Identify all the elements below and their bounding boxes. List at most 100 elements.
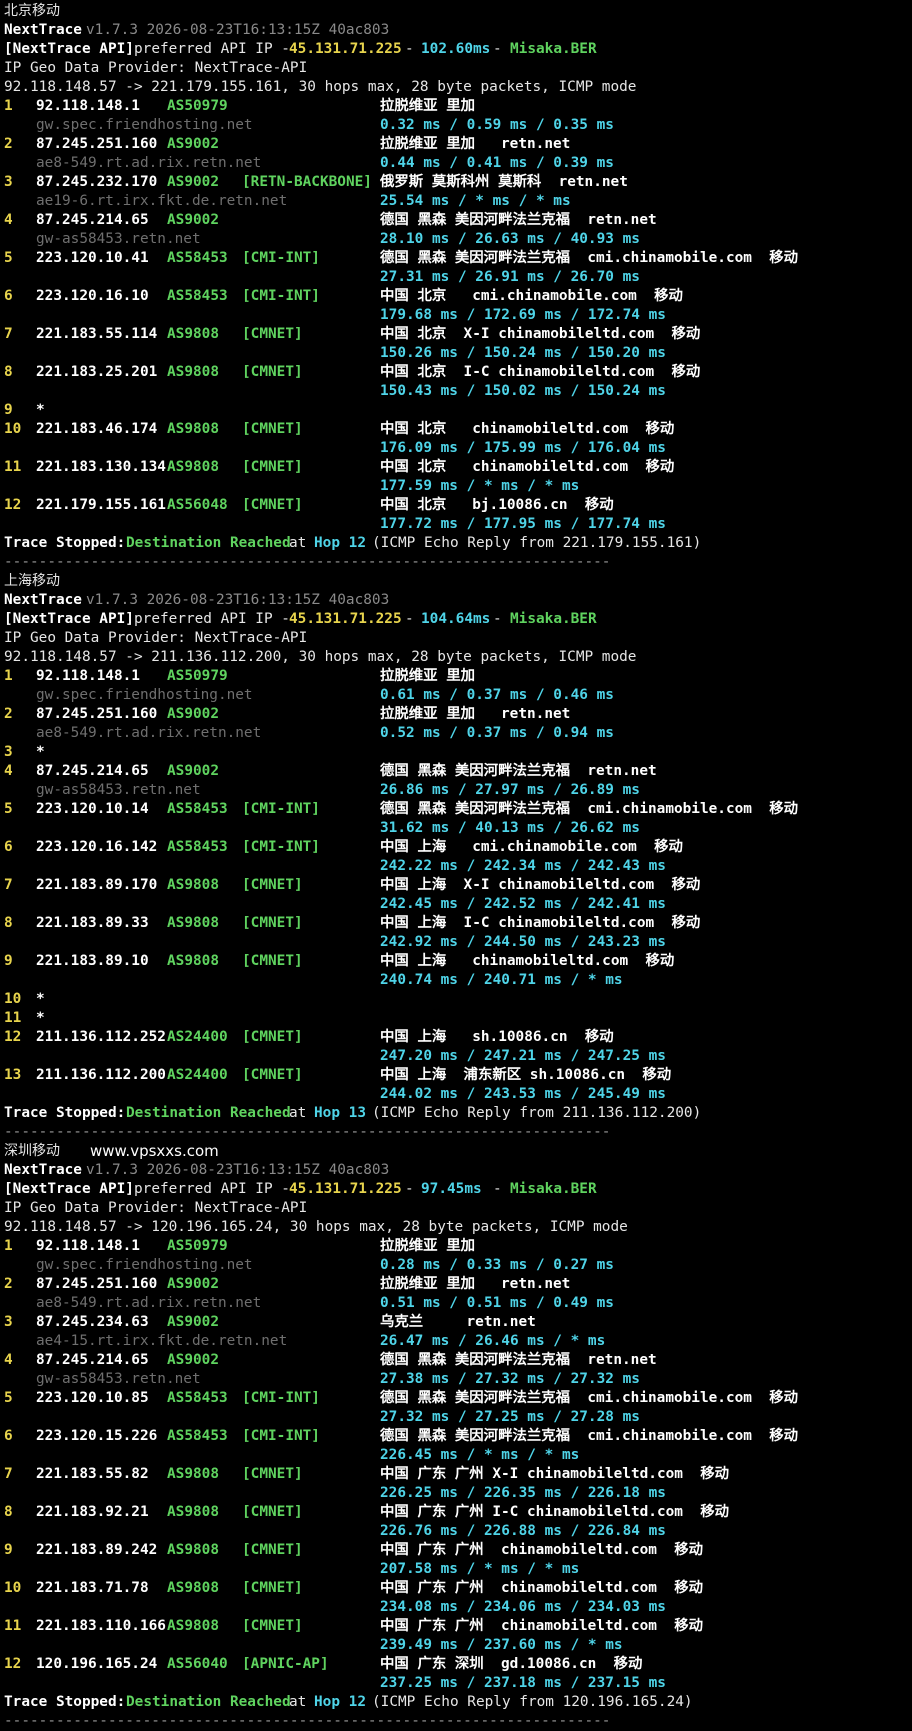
hop-latency: 0.28 ms / 0.33 ms / 0.27 ms [380, 1257, 614, 1273]
hop-ip: 223.120.16.142 [36, 839, 158, 855]
hop-row: 5 223.120.10.14 AS58453 [CMI-INT] 德国 黑森 美因河畔… [4, 800, 912, 819]
hop-host-row: gw-as58453.retn.net 27.38 ms / 27.32 ms /… [4, 1370, 912, 1389]
hop-ip: 221.183.130.134 [36, 459, 166, 475]
geo-provider: IP Geo Data Provider: NextTrace-API [4, 60, 308, 76]
hop-latency: 239.49 ms / 237.60 ms / * ms [380, 1637, 623, 1653]
hop-ip: 221.179.155.161 [36, 497, 166, 513]
hop-number: 4 [4, 212, 13, 228]
hop-row: 10 221.183.46.174 AS9808 [CMNET] 中国 北京 china… [4, 420, 912, 439]
hop-geo: 俄罗斯 莫斯科州 莫斯科 retn.net [380, 174, 628, 190]
hop-geo: 中国 广东 广州 chinamobileltd.com 移动 [380, 1580, 704, 1596]
hop-geo: 拉脱维亚 里加 [380, 98, 476, 114]
hop-asn: AS9002 [167, 706, 219, 722]
api-label: [NextTrace API] [4, 1181, 134, 1197]
hop-asn: AS9808 [167, 364, 219, 380]
hop-asn: AS9002 [167, 763, 219, 779]
hop-latency-row: 176.09 ms / 175.99 ms / 176.04 ms [4, 439, 912, 458]
geo-provider-line: IP Geo Data Provider: NextTrace-API [4, 1199, 912, 1218]
hop-latency: 234.08 ms / 234.06 ms / 234.03 ms [380, 1599, 666, 1615]
hop-geo: 拉脱维亚 里加 retn.net [380, 706, 571, 722]
hop-latency-row: 240.74 ms / 240.71 ms / * ms [4, 971, 912, 990]
section-title: 深圳移动 [4, 1143, 60, 1159]
hop-number: 1 [4, 1238, 13, 1254]
hop-ip: 120.196.165.24 [36, 1656, 158, 1672]
route-info: 92.118.148.57 -> 120.196.165.24, 30 hops… [4, 1219, 628, 1235]
api-text: preferred API IP - [134, 1181, 290, 1197]
hop-hostname: gw-as58453.retn.net [36, 1371, 201, 1387]
version-info: v1.7.3 2026-08-23T16:13:15Z 40ac803 [86, 22, 390, 38]
hop-tag: [CMNET] [242, 1029, 303, 1045]
version-line: NextTrace v1.7.3 2026-08-23T16:13:15Z 40a… [4, 21, 912, 40]
destination-reached: Destination Reached [126, 1105, 291, 1121]
hop-number: 9 [4, 1542, 13, 1558]
hop-row: 6 223.120.16.142 AS58453 [CMI-INT] 中国 上海 cmi… [4, 838, 912, 857]
hop-ip: 87.245.251.160 [36, 136, 158, 152]
hop-geo: 中国 广东 广州 I-C chinamobileltd.com 移动 [380, 1504, 730, 1520]
hop-tag: [CMNET] [242, 953, 303, 969]
hop-host-row: ae19-6.rt.irx.fkt.de.retn.net 25.54 ms / … [4, 192, 912, 211]
hop-latency-row: 242.92 ms / 244.50 ms / 243.23 ms [4, 933, 912, 952]
hop-geo: 德国 黑森 美因河畔法兰克福 cmi.chinamobile.com 移动 [380, 250, 799, 266]
hop-number: 4 [4, 1352, 13, 1368]
api-text: preferred API IP - [134, 41, 290, 57]
hop-tag: [CMNET] [242, 877, 303, 893]
trace-stopped-label: Trace Stopped: [4, 1105, 126, 1121]
hop-geo: 德国 黑森 美因河畔法兰克福 cmi.chinamobile.com 移动 [380, 1390, 799, 1406]
hop-latency-row: 177.72 ms / 177.95 ms / 177.74 ms [4, 515, 912, 534]
hop-asn: AS58453 [167, 839, 228, 855]
hop-geo: 中国 北京 chinamobileltd.com 移动 [380, 421, 675, 437]
hop-ip: 87.245.251.160 [36, 1276, 158, 1292]
hop-asn: AS56048 [167, 497, 228, 513]
version-info: v1.7.3 2026-08-23T16:13:15Z 40ac803 [86, 1162, 390, 1178]
tool-name: NextTrace [4, 1162, 82, 1178]
hop-asn: AS9808 [167, 953, 219, 969]
hop-geo: 德国 黑森 美因河畔法兰克福 cmi.chinamobile.com 移动 [380, 801, 799, 817]
section-title: 北京移动 [4, 3, 60, 19]
hop-asn: AS58453 [167, 801, 228, 817]
api-dash: - [405, 611, 414, 627]
hop-latency-row: 244.02 ms / 243.53 ms / 245.49 ms [4, 1085, 912, 1104]
hop-tag: [CMI-INT] [242, 288, 320, 304]
hop-latency: 27.38 ms / 27.32 ms / 27.32 ms [380, 1371, 640, 1387]
hop-hostname: gw.spec.friendhosting.net [36, 117, 253, 133]
hop-geo: 拉脱维亚 里加 [380, 1238, 476, 1254]
geo-provider: IP Geo Data Provider: NextTrace-API [4, 630, 308, 646]
hop-ip: 221.183.89.10 [36, 953, 149, 969]
hop-number: 12 [4, 1656, 22, 1672]
hop-host-row: ae8-549.rt.ad.rix.retn.net 0.52 ms / 0.37… [4, 724, 912, 743]
hop-latency: 0.51 ms / 0.51 ms / 0.49 ms [380, 1295, 614, 1311]
api-node: Misaka.BER [510, 611, 597, 627]
hop-asn: AS58453 [167, 1428, 228, 1444]
hop-row: 12 221.179.155.161 AS56048 [CMNET] 中国 北京 bj.… [4, 496, 912, 515]
hop-row: 9 221.183.89.242 AS9808 [CMNET] 中国 广东 广州 chi… [4, 1541, 912, 1560]
hop-latency: 244.02 ms / 243.53 ms / 245.49 ms [380, 1086, 666, 1102]
hop-tag: [CMI-INT] [242, 801, 320, 817]
hop-hostname: ae8-549.rt.ad.rix.retn.net [36, 725, 262, 741]
hop-geo: 中国 北京 bj.10086.cn 移动 [380, 497, 614, 513]
hop-tag: [CMI-INT] [242, 250, 320, 266]
hop-number: 10 [4, 1580, 22, 1596]
hop-asn: AS9808 [167, 1618, 219, 1634]
hop-ip: 87.245.214.65 [36, 212, 149, 228]
hop-asn: AS9002 [167, 1314, 219, 1330]
hop-number: 12 [4, 497, 22, 513]
hop-latency-row: 237.25 ms / 237.18 ms / 237.15 ms [4, 1674, 912, 1693]
hop-row: 13 211.136.112.200 AS24400 [CMNET] 中国 上海 浦东新… [4, 1066, 912, 1085]
hop-latency: 177.72 ms / 177.95 ms / 177.74 ms [380, 516, 666, 532]
api-label: [NextTrace API] [4, 611, 134, 627]
hop-number: 6 [4, 839, 13, 855]
hop-asn: AS9002 [167, 212, 219, 228]
hop-tag: [CMNET] [242, 497, 303, 513]
hop-row: 10 221.183.71.78 AS9808 [CMNET] 中国 广东 广州 chi… [4, 1579, 912, 1598]
hop-latency: 242.22 ms / 242.34 ms / 242.43 ms [380, 858, 666, 874]
hop-host-row: gw.spec.friendhosting.net 0.28 ms / 0.33 … [4, 1256, 912, 1275]
hop-row: 11 221.183.110.166 AS9808 [CMNET] 中国 广东 广州 c… [4, 1617, 912, 1636]
hop-geo: 中国 北京 X-I chinamobileltd.com 移动 [380, 326, 701, 342]
hop-ip: 87.245.232.170 [36, 174, 158, 190]
hop-latency: 226.45 ms / * ms / * ms [380, 1447, 580, 1463]
hop-host-row: gw-as58453.retn.net 26.86 ms / 27.97 ms /… [4, 781, 912, 800]
terminal-output: 北京移动 NextTrace v1.7.3 2026-08-23T16:13:15Z… [0, 0, 912, 1731]
hop-hostname: ae4-15.rt.irx.fkt.de.retn.net [36, 1333, 288, 1349]
hop-row: 7 221.183.89.170 AS9808 [CMNET] 中国 上海 X-I ch… [4, 876, 912, 895]
route-line: 92.118.148.57 -> 221.179.155.161, 30 hop… [4, 78, 912, 97]
